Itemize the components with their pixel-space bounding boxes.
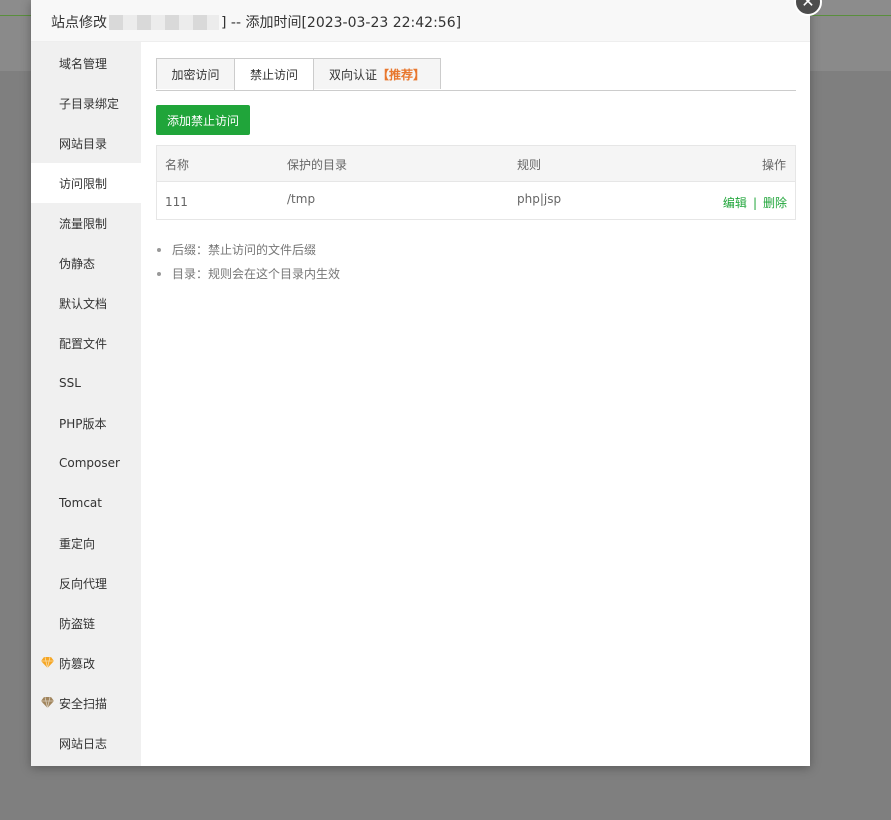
gem-gold-icon — [41, 657, 54, 668]
tab-mutual-auth[interactable]: 双向认证 【推荐】 — [313, 58, 441, 89]
help-tips: 后缀：禁止访问的文件后缀 目录：规则会在这个目录内生效 — [156, 238, 340, 286]
dialog-title: 站点修改 ] -- 添加时间[2023-03-23 22:42:56] — [51, 12, 461, 32]
sidebar-item[interactable]: 伪静态 — [31, 243, 141, 283]
sidebar-item-label: 默认文档 — [59, 296, 108, 311]
dialog-title-prefix: 站点修改 — [51, 15, 107, 31]
sidebar-item[interactable]: 网站日志 — [31, 723, 141, 763]
row-protected-dir: /tmp — [287, 192, 316, 206]
tab-label: 双向认证 — [328, 67, 377, 82]
sidebar-item-label: 重定向 — [59, 536, 96, 551]
tab-bar: 加密访问 禁止访问 双向认证 【推荐】 — [156, 58, 796, 91]
sidebar-item[interactable]: SSL — [31, 363, 141, 403]
sidebar-item-label: 防篡改 — [59, 656, 96, 671]
sidebar-item[interactable]: 防盗链 — [31, 603, 141, 643]
sidebar-item[interactable]: 域名管理 — [31, 43, 141, 83]
delete-link[interactable]: 删除 — [763, 196, 787, 210]
tab-deny-access[interactable]: 禁止访问 — [234, 58, 314, 90]
edit-link[interactable]: 编辑 — [723, 196, 747, 210]
tip-item: 目录：规则会在这个目录内生效 — [156, 262, 340, 286]
table-header: 名称 保护的目录 规则 操作 — [157, 146, 795, 182]
sidebar-item[interactable]: 重定向 — [31, 523, 141, 563]
recommend-badge: 【推荐】 — [377, 67, 426, 82]
header-name: 名称 — [165, 158, 190, 172]
table-row: 111 /tmp php|jsp 编辑 | 删除 — [157, 182, 795, 220]
sidebar-item-label: 配置文件 — [59, 336, 108, 351]
header-operation: 操作 — [761, 158, 786, 172]
sidebar-item[interactable]: 配置文件 — [31, 323, 141, 363]
sidebar-item[interactable]: 访问限制 — [31, 163, 141, 203]
header-protected-dir: 保护的目录 — [287, 158, 348, 172]
operation-separator: | — [752, 196, 757, 210]
sidebar-item-label: 网站目录 — [59, 136, 108, 151]
sidebar-item[interactable]: Tomcat — [31, 483, 141, 523]
sidebar-item-label: Tomcat — [59, 496, 102, 510]
sidebar-item[interactable]: 防篡改 — [31, 643, 141, 683]
sidebar-item[interactable]: 流量限制 — [31, 203, 141, 243]
tab-label: 加密访问 — [171, 67, 220, 82]
sidebar-item-label: Composer — [59, 456, 120, 470]
sidebar-item[interactable]: 安全扫描 — [31, 683, 141, 723]
sidebar-nav: 域名管理子目录绑定网站目录访问限制流量限制伪静态默认文档配置文件 SSL PHP版本… — [31, 42, 141, 766]
sidebar-item[interactable]: 网站目录 — [31, 123, 141, 163]
tab-password-access[interactable]: 加密访问 — [156, 58, 235, 89]
row-name: 111 — [165, 195, 188, 209]
sidebar-item[interactable]: Composer — [31, 443, 141, 483]
sidebar-item-label: 安全扫描 — [59, 696, 108, 711]
sidebar-item-label: 网站日志 — [59, 736, 108, 751]
sidebar-item[interactable]: 反向代理 — [31, 563, 141, 603]
sidebar-item-label: 子目录绑定 — [59, 96, 120, 111]
row-operations: 编辑 | 删除 — [723, 194, 787, 211]
sidebar-item-label: 防盗链 — [59, 616, 96, 631]
redacted-site-name — [109, 14, 219, 30]
tab-label: 禁止访问 — [249, 68, 298, 82]
sidebar-item-label: 访问限制 — [59, 176, 108, 191]
header-rule: 规则 — [517, 158, 542, 172]
gem-bronze-icon — [41, 697, 54, 708]
dialog-titlebar: 站点修改 ] -- 添加时间[2023-03-23 22:42:56] — [31, 0, 810, 42]
sidebar-item[interactable]: PHP版本 — [31, 403, 141, 443]
main-content: 加密访问 禁止访问 双向认证 【推荐】 添加禁止访问 名称 保护的目录 规则 操作… — [141, 42, 810, 766]
sidebar-item-label: 流量限制 — [59, 216, 108, 231]
tip-item: 后缀：禁止访问的文件后缀 — [156, 238, 340, 262]
sidebar-item[interactable]: 子目录绑定 — [31, 83, 141, 123]
sidebar-item-label: SSL — [59, 376, 81, 390]
row-rule: php|jsp — [517, 192, 562, 206]
sidebar-item-label: 域名管理 — [59, 56, 108, 71]
sidebar-item[interactable]: 默认文档 — [31, 283, 141, 323]
sidebar-item-label: 伪静态 — [59, 256, 96, 271]
sidebar-item-label: PHP版本 — [59, 416, 107, 431]
sidebar-item-label: 反向代理 — [59, 576, 108, 591]
site-edit-dialog: 站点修改 ] -- 添加时间[2023-03-23 22:42:56] ✕ 域名… — [31, 0, 822, 766]
add-deny-access-button[interactable]: 添加禁止访问 — [156, 105, 250, 135]
deny-access-table: 名称 保护的目录 规则 操作 111 /tmp php|jsp 编辑 | 删除 — [156, 145, 796, 220]
dialog-title-suffix: ] -- 添加时间[2023-03-23 22:42:56] — [221, 15, 462, 31]
